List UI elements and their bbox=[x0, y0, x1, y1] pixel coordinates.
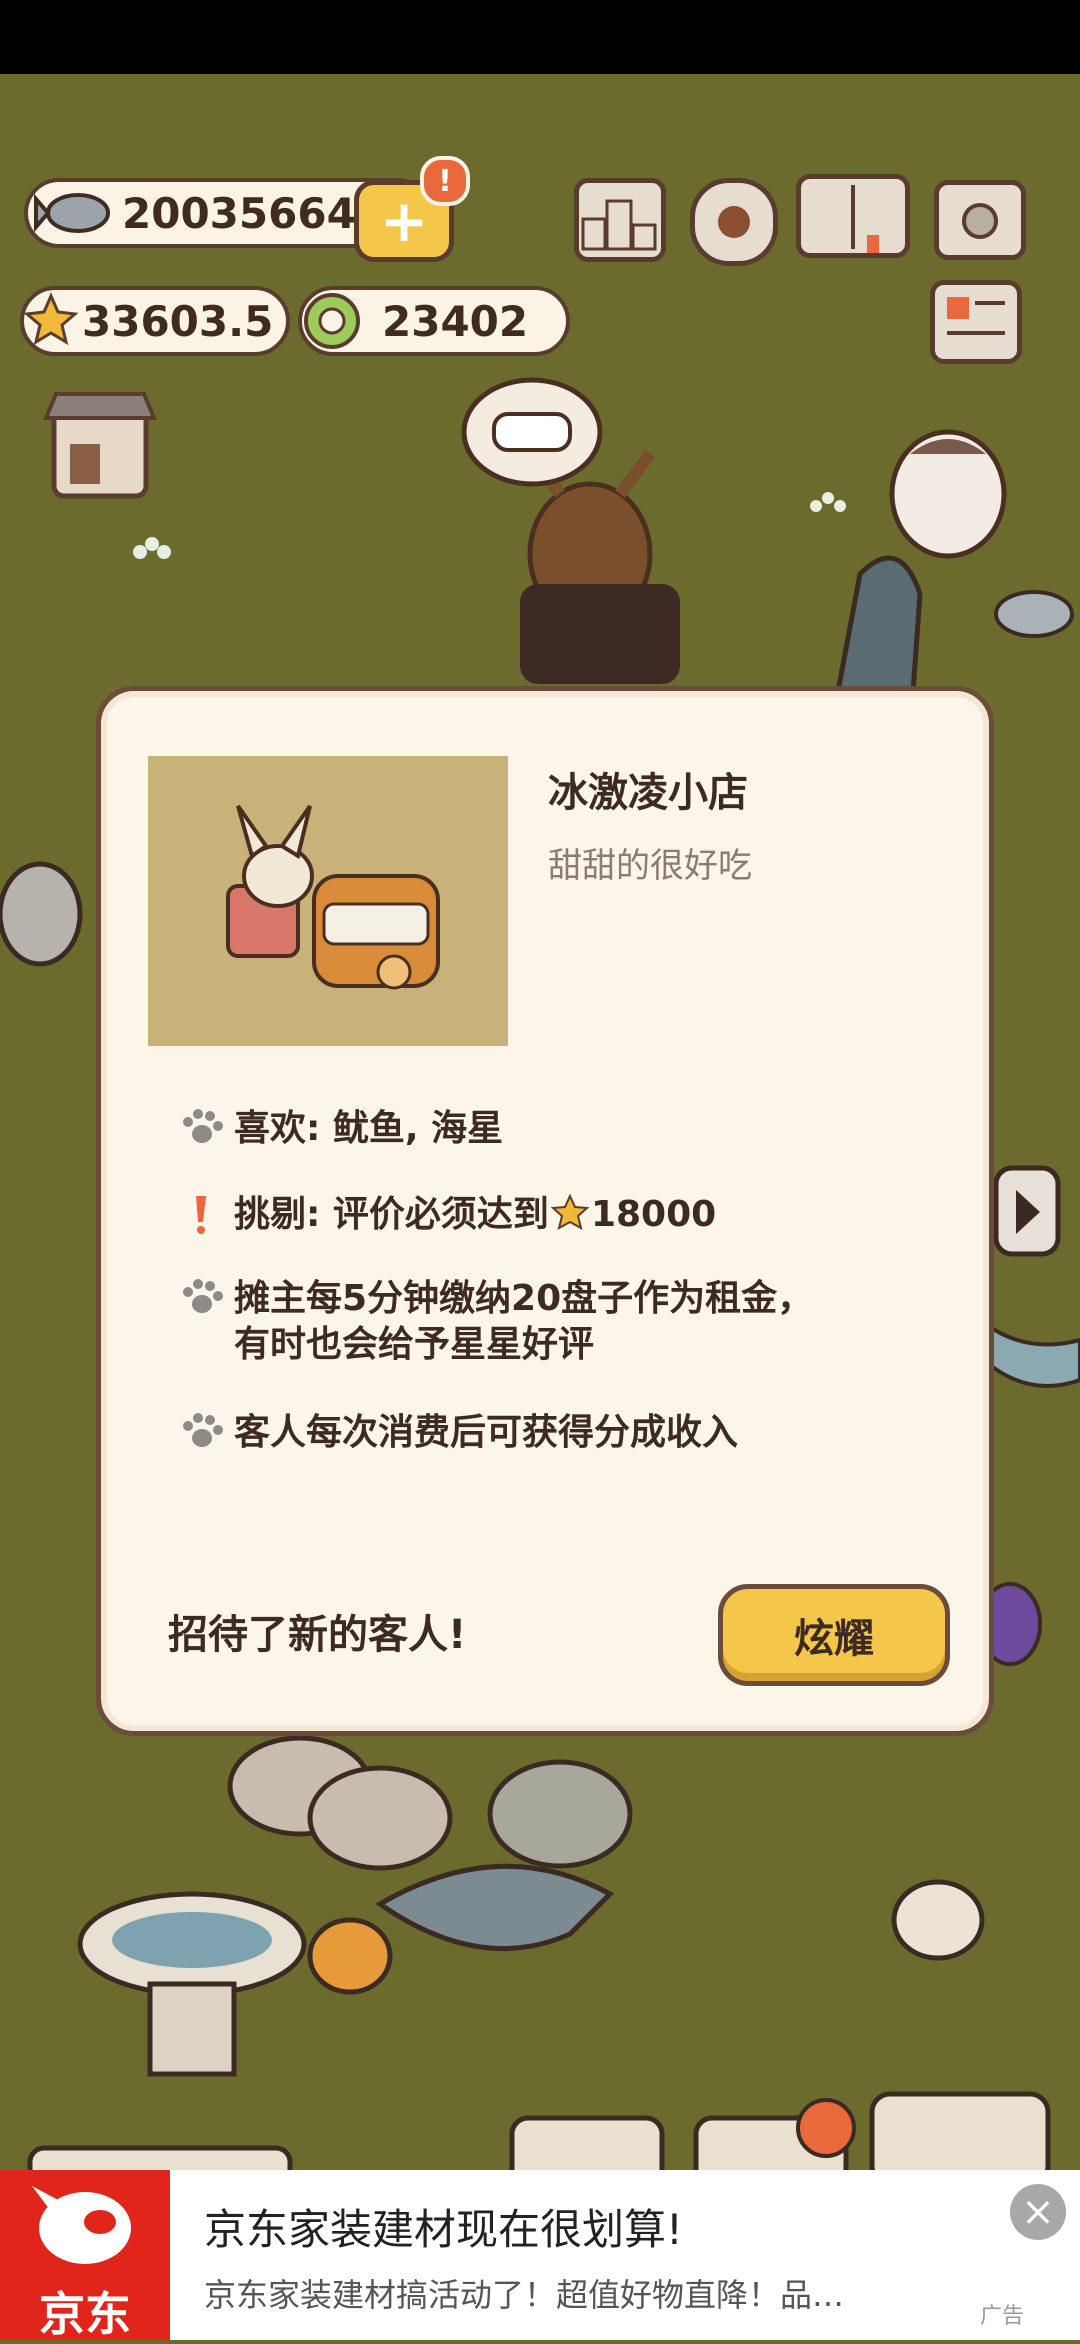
fish-count: 20035664 bbox=[122, 188, 356, 238]
shop-icon[interactable] bbox=[43, 392, 157, 499]
paw-icon bbox=[180, 1410, 234, 1463]
new-guest-text: 招待了新的客人! bbox=[168, 1612, 467, 1658]
jd-logo: 京东 bbox=[0, 2170, 170, 2341]
cat-character[interactable] bbox=[889, 429, 1007, 559]
star-counter: 33603.5 bbox=[20, 286, 290, 356]
gamepad-bubble[interactable] bbox=[461, 377, 603, 487]
rock-creatures[interactable] bbox=[227, 1735, 633, 1871]
fish-decor[interactable] bbox=[994, 590, 1074, 638]
rent-row: 摊主每5分钟缴纳20盘子作为租金， 有时也会给予星星好评 bbox=[180, 1276, 813, 1368]
status-bar bbox=[0, 0, 1080, 74]
paw-icon bbox=[180, 1106, 234, 1159]
ad-tag: 广告 bbox=[980, 2304, 1025, 2329]
fountain-decor[interactable] bbox=[77, 1891, 307, 2077]
picky-text: 挑剔: 评价必须达到 bbox=[234, 1194, 549, 1235]
alert-badge[interactable]: ! bbox=[420, 156, 470, 206]
ad-subtitle[interactable]: 京东家装建材搞活动了！超值好物直降！品… bbox=[204, 2270, 844, 2316]
income-row: 客人每次消费后可获得分成收入 bbox=[180, 1410, 738, 1463]
book-icon[interactable] bbox=[796, 174, 910, 258]
star-count: 33603.5 bbox=[82, 296, 274, 346]
right-arrow-icon[interactable] bbox=[993, 1165, 1061, 1257]
gear-icon[interactable] bbox=[690, 178, 778, 266]
coin-icon bbox=[304, 293, 360, 349]
striped-fish[interactable] bbox=[307, 1917, 393, 1995]
exclamation-icon bbox=[180, 1192, 234, 1245]
picky-value: 18000 bbox=[590, 1194, 717, 1235]
fish-icon bbox=[34, 193, 110, 233]
shop-title: 冰激凌小店 bbox=[548, 770, 748, 816]
shark-character[interactable] bbox=[375, 1863, 615, 1951]
star-icon bbox=[23, 292, 79, 346]
leaderboard-icon[interactable] bbox=[574, 178, 666, 262]
share-button[interactable]: 炫耀 bbox=[718, 1584, 950, 1686]
income-text: 客人每次消费后可获得分成收入 bbox=[234, 1412, 739, 1453]
moose-character[interactable] bbox=[520, 450, 680, 684]
coin-counter: 23402 bbox=[298, 286, 570, 356]
alert-icon: ! bbox=[438, 163, 452, 199]
paw-icon bbox=[180, 1276, 234, 1329]
shop-preview-image bbox=[148, 756, 508, 1046]
likes-row: 喜欢: 鱿鱼, 海星 bbox=[180, 1106, 503, 1159]
jd-brand-text: 京东 bbox=[39, 2287, 131, 2341]
ad-title[interactable]: 京东家装建材现在很划算! bbox=[204, 2196, 683, 2257]
coin-count: 23402 bbox=[382, 296, 529, 346]
rent-text-line1: 摊主每5分钟缴纳20盘子作为租金， bbox=[234, 1278, 814, 1319]
close-icon[interactable]: × bbox=[1010, 2184, 1066, 2240]
star-icon bbox=[550, 1193, 590, 1230]
plus-icon: + bbox=[379, 187, 429, 255]
rent-text-line2: 有时也会给予星星好评 bbox=[234, 1324, 595, 1365]
shop-subtitle: 甜甜的很好吃 bbox=[548, 846, 752, 886]
ad-banner[interactable]: 京东 京东家装建材现在很划算! 京东家装建材搞活动了！超值好物直降！品… × 广… bbox=[0, 2170, 1080, 2341]
likes-text: 喜欢: 鱿鱼, 海星 bbox=[234, 1108, 504, 1149]
picky-row: 挑剔: 评价必须达到 18000 bbox=[180, 1192, 716, 1245]
crab-character[interactable] bbox=[891, 1879, 985, 1961]
newspaper-icon[interactable] bbox=[930, 280, 1022, 364]
camera-icon[interactable] bbox=[934, 180, 1026, 260]
